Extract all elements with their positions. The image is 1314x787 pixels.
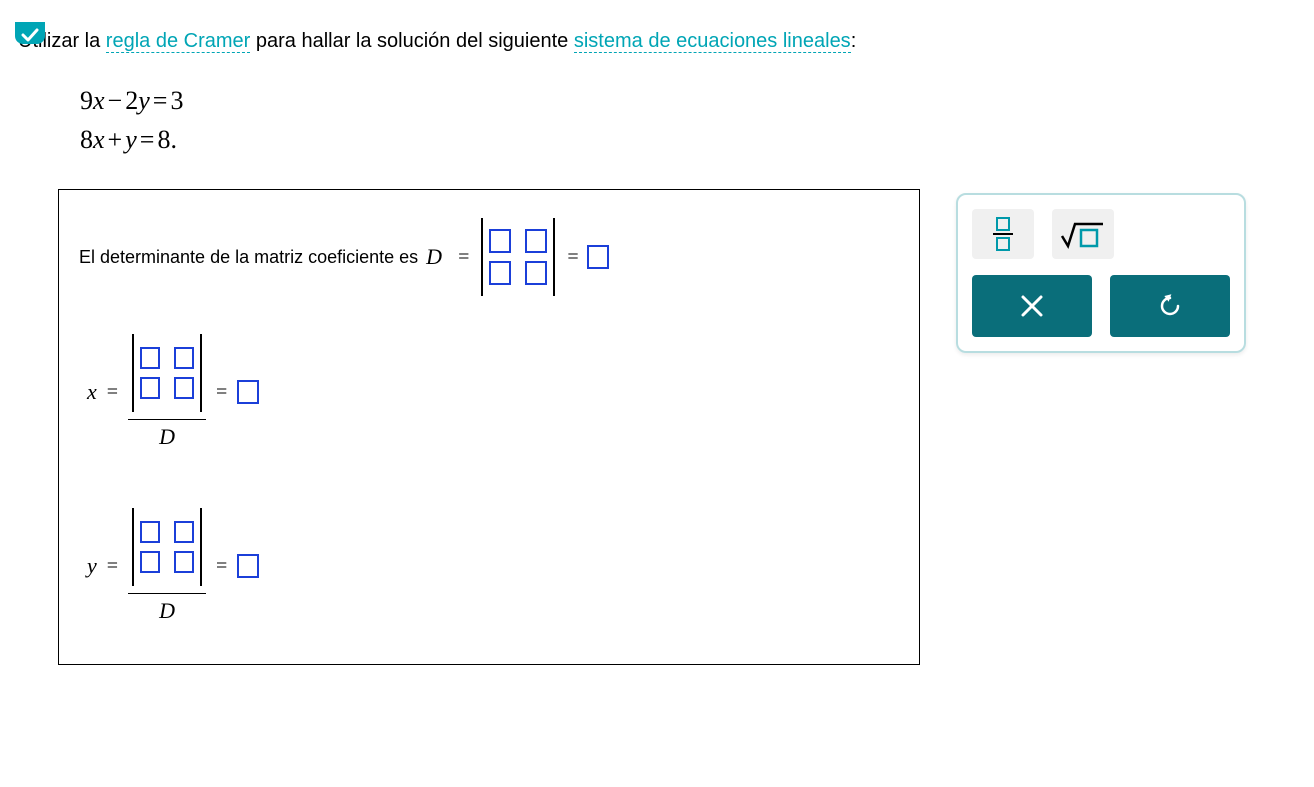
equals-sign: = — [458, 246, 469, 269]
square-root-tool-button[interactable] — [1052, 209, 1114, 259]
x-solution-line: x = D — [87, 334, 899, 450]
determinant-D-matrix — [481, 218, 555, 296]
input-Dx-a21[interactable] — [140, 377, 160, 399]
equation-system: 9x−2y=3 8x+y=8. — [80, 81, 1314, 159]
fraction-x: D — [128, 334, 206, 450]
input-Dx-a12[interactable] — [174, 347, 194, 369]
input-D-a22[interactable] — [525, 261, 547, 285]
determinant-Dx-matrix — [132, 334, 202, 412]
fraction-denominator-D: D — [159, 420, 175, 450]
question-suffix: : — [851, 30, 857, 52]
tool-panel — [956, 193, 1246, 353]
det-bar-right — [553, 218, 555, 296]
input-Dx-a11[interactable] — [140, 347, 160, 369]
equals-sign: = — [216, 555, 227, 578]
reset-button[interactable] — [1110, 275, 1230, 337]
determinant-Dy-matrix — [132, 508, 202, 586]
equals-sign: = — [107, 381, 118, 404]
close-button[interactable] — [972, 275, 1092, 337]
question-text: Utilizar la regla de Cramer para hallar … — [18, 30, 1314, 53]
input-D-a12[interactable] — [525, 229, 547, 253]
fraction-icon — [993, 217, 1013, 251]
square-root-icon — [1059, 218, 1107, 250]
reset-icon — [1156, 292, 1184, 320]
input-y-result[interactable] — [237, 554, 259, 578]
determinant-label: El determinante de la matriz coeficiente… — [79, 247, 418, 268]
input-Dx-a22[interactable] — [174, 377, 194, 399]
input-x-result[interactable] — [237, 380, 259, 404]
fraction-y: D — [128, 508, 206, 624]
question-mid: para hallar la solución del siguiente — [250, 30, 574, 52]
input-Dy-a21[interactable] — [140, 551, 160, 573]
input-D-a21[interactable] — [489, 261, 511, 285]
close-icon — [1019, 293, 1045, 319]
symbol-D: D — [426, 244, 442, 270]
fraction-tool-button[interactable] — [972, 209, 1034, 259]
checkmark-badge — [15, 22, 45, 44]
equals-sign: = — [216, 381, 227, 404]
link-linear-system[interactable]: sistema de ecuaciones lineales — [574, 30, 851, 53]
fraction-denominator-D: D — [159, 594, 175, 624]
input-Dy-a22[interactable] — [174, 551, 194, 573]
answer-panel: El determinante de la matriz coeficiente… — [58, 189, 920, 665]
input-Dy-a12[interactable] — [174, 521, 194, 543]
det-bar-right — [200, 334, 202, 412]
det-bar-right — [200, 508, 202, 586]
variable-y: y — [87, 553, 97, 579]
input-Dy-a11[interactable] — [140, 521, 160, 543]
equals-sign: = — [567, 246, 578, 269]
input-D-result[interactable] — [587, 245, 609, 269]
equation-1: 9x−2y=3 — [80, 81, 1314, 120]
link-cramer-rule[interactable]: regla de Cramer — [106, 30, 251, 53]
equals-sign: = — [107, 555, 118, 578]
y-solution-line: y = D — [87, 508, 899, 624]
input-D-a11[interactable] — [489, 229, 511, 253]
equation-2: 8x+y=8. — [80, 120, 1314, 159]
determinant-line: El determinante de la matriz coeficiente… — [79, 218, 899, 296]
variable-x: x — [87, 379, 97, 405]
